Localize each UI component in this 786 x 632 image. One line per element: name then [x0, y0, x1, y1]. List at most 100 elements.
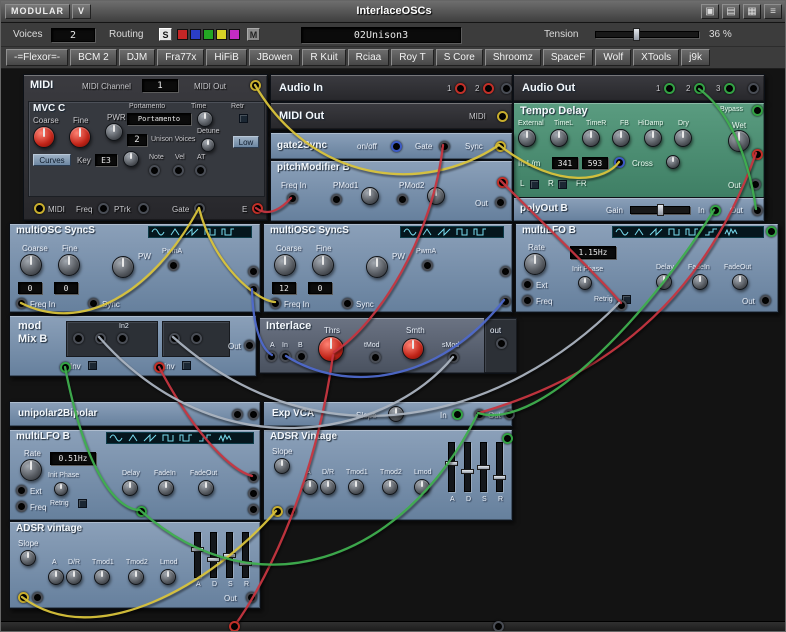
gain-handle[interactable] — [657, 204, 664, 216]
adsr2-r-slider[interactable] — [242, 532, 249, 578]
smth-knob[interactable] — [402, 338, 424, 360]
lfo1-fadein-knob[interactable] — [692, 274, 708, 290]
lfo1-top-jack[interactable] — [766, 226, 777, 237]
mix2-in-jack-a[interactable] — [169, 333, 180, 344]
bank-button-hifib[interactable]: HiFiB — [206, 49, 246, 66]
pm-out-jack[interactable] — [495, 197, 506, 208]
interlace-in-jack[interactable] — [280, 351, 291, 362]
statusbar-red-jack[interactable] — [229, 621, 240, 632]
gate2sync-title[interactable]: gate2Sync — [277, 140, 327, 151]
uni2bi-out-jack[interactable] — [248, 409, 259, 420]
dry-knob[interactable] — [674, 129, 692, 147]
note-jack[interactable] — [149, 165, 160, 176]
time-r-value[interactable]: 593 — [582, 157, 608, 169]
osc2-title[interactable]: multiOSC SyncS — [270, 225, 349, 236]
time-l-value[interactable]: 341 — [552, 157, 578, 169]
pm-freqin-jack[interactable] — [287, 193, 298, 204]
save-bank-icon[interactable]: ▤ — [722, 4, 740, 19]
bank-button-rkuit[interactable]: R Kuit — [302, 49, 345, 66]
adsr2-tmod2-knob[interactable] — [128, 569, 144, 585]
lfo2-delay-knob[interactable] — [122, 480, 138, 496]
audio-out-title[interactable]: Audio Out — [522, 82, 575, 94]
inv2-checkbox[interactable] — [182, 361, 191, 370]
fine-knob[interactable] — [69, 126, 91, 148]
osc2-waveform-selector[interactable] — [400, 226, 504, 238]
pmod2-knob[interactable] — [427, 187, 445, 205]
bank-button-fra77x[interactable]: Fra77x — [157, 49, 204, 66]
osc2-freqin-jack[interactable] — [270, 298, 281, 309]
adsr2-d-slider-handle[interactable] — [207, 557, 220, 562]
adsr2-out-jack[interactable] — [246, 592, 257, 603]
lfo1-rate-value[interactable]: 1.15Hz — [570, 246, 616, 259]
at-jack[interactable] — [195, 165, 206, 176]
timer-knob[interactable] — [582, 129, 600, 147]
bank-button-j9k[interactable]: j9k — [681, 49, 710, 66]
midi-thru-jack[interactable] — [34, 203, 45, 214]
uni2bi-title[interactable]: unipolar2Bipolar — [18, 408, 97, 419]
osc2-pwma-jack[interactable] — [422, 260, 433, 271]
adsr1-r-slider-handle[interactable] — [493, 475, 506, 480]
timel-knob[interactable] — [550, 129, 568, 147]
tempo-delay-title[interactable]: Tempo Delay — [520, 105, 588, 117]
lfo2-bottom-jack[interactable] — [136, 506, 147, 517]
poly-out-title[interactable]: polyOut B — [520, 203, 568, 214]
vca-out-jack[interactable] — [504, 409, 515, 420]
audio-out-2-jack[interactable] — [694, 83, 705, 94]
retr-checkbox[interactable] — [239, 114, 248, 123]
lfo2-retrig-checkbox[interactable] — [78, 499, 87, 508]
lfo2-init-phase-knob[interactable] — [54, 482, 68, 496]
lfo2-fadeout-knob[interactable] — [198, 480, 214, 496]
bank-button-rciaa[interactable]: Rciaa — [348, 49, 390, 66]
osc2-coarse-value[interactable]: 12 — [272, 282, 296, 294]
preset-display[interactable]: 02Unison3 — [301, 27, 461, 43]
freq-out-jack[interactable] — [98, 203, 109, 214]
routing-swatch-red[interactable] — [177, 29, 188, 40]
mix1-in-jack-c[interactable] — [117, 333, 128, 344]
adsr1-tmod1-knob[interactable] — [348, 479, 364, 495]
lfo2-rate-value[interactable]: 0.51Hz — [50, 452, 96, 465]
lfo1-rate-knob[interactable] — [524, 253, 546, 275]
interlace-b-jack[interactable] — [296, 351, 307, 362]
gate-out-jack[interactable] — [194, 203, 205, 214]
osc2-fine-knob[interactable] — [312, 254, 334, 276]
adsr2-title[interactable]: ADSR vintage — [16, 523, 82, 534]
gain-slider[interactable] — [630, 206, 690, 214]
adsr2-gate-jack[interactable] — [18, 592, 29, 603]
ptrk-jack[interactable] — [138, 203, 149, 214]
r-checkbox[interactable] — [558, 180, 567, 189]
pmod1-knob[interactable] — [361, 187, 379, 205]
osc1-sync-jack[interactable] — [88, 298, 99, 309]
coarse-knob[interactable] — [33, 126, 55, 148]
pitch-modifier-title[interactable]: pitchModifier B — [277, 162, 350, 173]
adsr1-title[interactable]: ADSR Vintage — [270, 431, 337, 442]
curves-button[interactable]: Curves — [33, 154, 71, 166]
voices-value[interactable]: 2 — [51, 28, 95, 42]
mix2-in-jack-b[interactable] — [191, 333, 202, 344]
bank-button-xtools[interactable]: XTools — [633, 49, 679, 66]
audio-in-title[interactable]: Audio In — [279, 82, 323, 94]
mod-mix-title-top[interactable]: mod — [18, 320, 41, 332]
bank-button-wolf[interactable]: Wolf — [595, 49, 631, 66]
inv1-checkbox[interactable] — [88, 361, 97, 370]
mod-mix-aux-red-jack[interactable] — [154, 362, 165, 373]
midi-module-title[interactable]: MIDI — [30, 79, 53, 91]
cross-knob[interactable] — [666, 155, 680, 169]
mix1-in-jack-b[interactable] — [95, 333, 106, 344]
bank-button-flexor[interactable]: -=Flexor=- — [6, 49, 68, 66]
lfo2-waveform-selector[interactable] — [106, 432, 254, 444]
vca-cv-jack[interactable] — [474, 409, 485, 420]
routing-swatch-green[interactable] — [203, 29, 214, 40]
routing-swatch-magenta[interactable] — [229, 29, 240, 40]
osc1-pwma-jack[interactable] — [168, 260, 179, 271]
bypass-jack[interactable] — [752, 105, 763, 116]
lfo1-title[interactable]: multiLFO B — [522, 225, 576, 236]
audio-out-3-jack[interactable] — [724, 83, 735, 94]
osc1-fine-knob[interactable] — [58, 254, 80, 276]
adsr2-d-slider[interactable] — [210, 532, 217, 578]
adsr1-r-slider[interactable] — [496, 442, 503, 492]
adsr2-slope-knob[interactable] — [20, 550, 36, 566]
lfo1-delay-knob[interactable] — [656, 274, 672, 290]
detune-knob[interactable] — [201, 138, 215, 152]
adsr1-d-slider[interactable] — [464, 442, 471, 492]
lfo2-out-jack-c[interactable] — [248, 504, 259, 515]
